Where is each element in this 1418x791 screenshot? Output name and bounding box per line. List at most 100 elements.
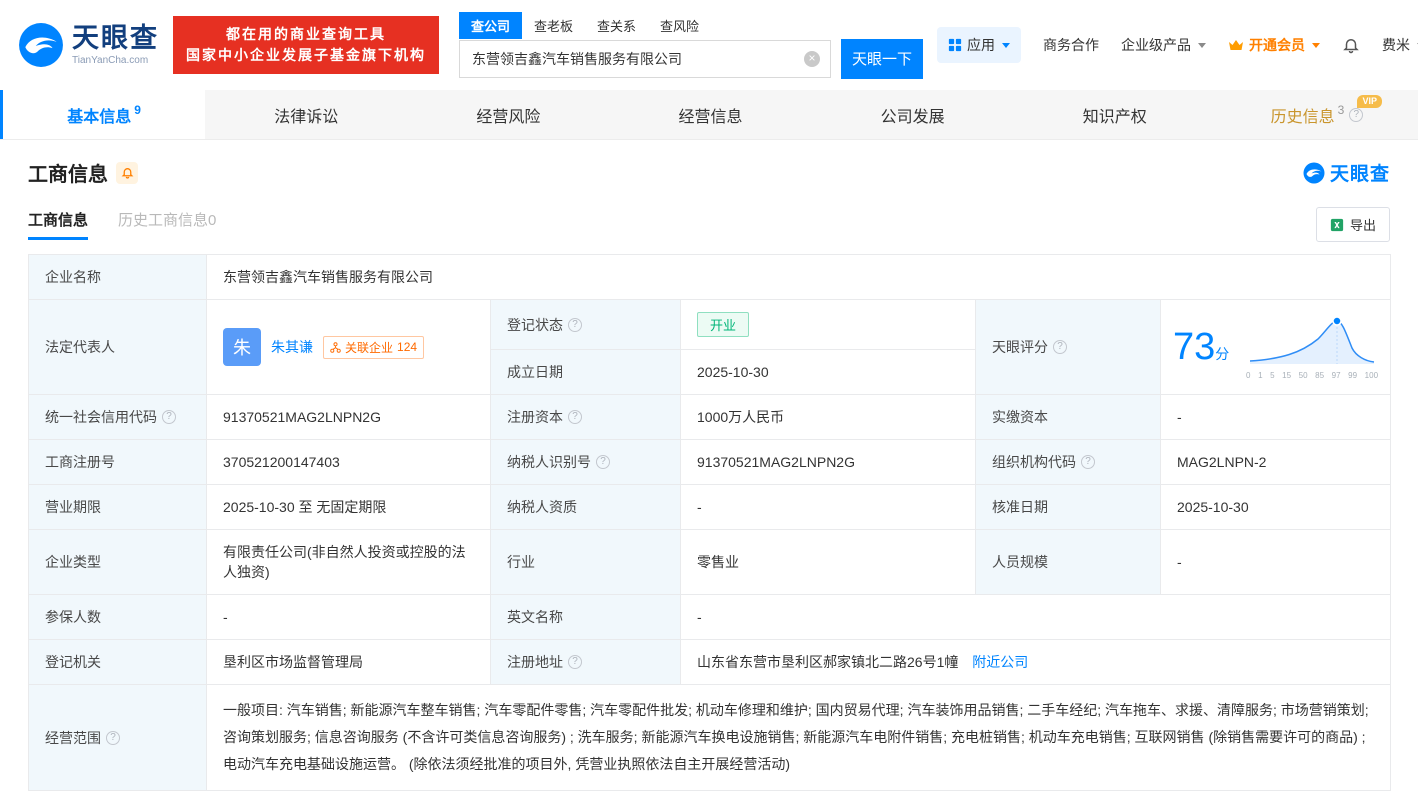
- chevron-down-icon: [1002, 43, 1010, 48]
- tab-intellectual-property[interactable]: 知识产权: [1014, 90, 1216, 139]
- paid-capital-value: -: [1161, 395, 1391, 440]
- help-icon[interactable]: ?: [1053, 340, 1067, 354]
- export-button[interactable]: 导出: [1316, 207, 1390, 242]
- reg-status-label: 登记状态?: [491, 300, 681, 350]
- org-code-value: MAG2LNPN-2: [1161, 440, 1391, 485]
- table-row: 企业类型 有限责任公司(非自然人投资或控股的法人独资) 行业 零售业 人员规模 …: [29, 530, 1391, 595]
- reg-status-value: 开业: [681, 300, 976, 350]
- credit-code-value: 91370521MAG2LNPN2G: [207, 395, 491, 440]
- chevron-down-icon: [1198, 43, 1206, 48]
- monitor-bell-button[interactable]: [116, 162, 138, 184]
- section-title-row: 工商信息: [28, 158, 138, 187]
- search-tab-risk[interactable]: 查风险: [648, 12, 711, 39]
- subtab-business-info[interactable]: 工商信息: [28, 209, 88, 240]
- industry-value: 零售业: [681, 530, 976, 595]
- reg-capital-label: 注册资本?: [491, 395, 681, 440]
- chevron-down-icon: [1312, 43, 1320, 48]
- nearby-companies-link[interactable]: 附近公司: [972, 654, 1028, 670]
- tianyancha-watermark: 天眼查: [1303, 159, 1390, 186]
- tab-label: 历史信息: [1271, 103, 1335, 127]
- reg-number-value: 370521200147403: [207, 440, 491, 485]
- insured-count-label: 参保人数: [29, 595, 207, 640]
- score-value: 73分: [1173, 328, 1229, 366]
- search-tab-relation[interactable]: 查关系: [585, 12, 648, 39]
- legal-rep-name-link[interactable]: 朱其谦: [271, 337, 313, 357]
- taxpayer-id-value: 91370521MAG2LNPN2G: [681, 440, 976, 485]
- company-name-value: 东营领吉鑫汽车销售服务有限公司: [207, 255, 1391, 300]
- reg-authority-label: 登记机关: [29, 640, 207, 685]
- score-cell: 73分 01 515: [1161, 300, 1391, 395]
- tianyancha-logo-icon: [18, 22, 64, 68]
- search-input[interactable]: [460, 41, 830, 77]
- reg-authority-value: 垦利区市场监督管理局: [207, 640, 491, 685]
- banner-line1: 都在用的商业查询工具: [186, 24, 426, 45]
- help-icon[interactable]: ?: [106, 731, 120, 745]
- crown-icon: [1228, 39, 1244, 51]
- notifications-button[interactable]: [1342, 36, 1360, 54]
- credit-code-label: 统一社会信用代码?: [29, 395, 207, 440]
- tab-operating-info[interactable]: 经营信息: [609, 90, 811, 139]
- tab-basic-info[interactable]: 基本信息 9: [0, 90, 205, 139]
- tab-label: 知识产权: [1083, 103, 1147, 127]
- approval-date-label: 核准日期: [976, 485, 1161, 530]
- subtab-row: 工商信息 历史工商信息0 导出: [28, 207, 1390, 242]
- subtabs: 工商信息 历史工商信息0: [28, 209, 216, 240]
- header-menu: 应用 商务合作 企业级产品 开通会员: [937, 27, 1418, 63]
- clear-icon[interactable]: ×: [804, 51, 820, 67]
- related-companies-label: 关联企业: [345, 339, 393, 356]
- user-menu[interactable]: 费米: [1382, 35, 1418, 55]
- tab-label: 基本信息: [67, 103, 131, 127]
- reg-address-label: 注册地址?: [491, 640, 681, 685]
- page: 天眼查 TianYanCha.com 都在用的商业查询工具 国家中小企业发展子基…: [0, 0, 1418, 791]
- taxpayer-id-label: 纳税人识别号?: [491, 440, 681, 485]
- bell-icon: [1342, 36, 1360, 54]
- help-icon[interactable]: ?: [568, 410, 582, 424]
- enterprise-products-menu[interactable]: 企业级产品: [1121, 35, 1206, 55]
- status-badge: 开业: [697, 312, 749, 337]
- business-term-value: 2025-10-30 至 无固定期限: [207, 485, 491, 530]
- search-row: × 天眼一下: [459, 39, 923, 79]
- tianyancha-logo-icon: [1303, 162, 1325, 184]
- business-scope-value: 一般项目: 汽车销售; 新能源汽车整车销售; 汽车零配件零售; 汽车零配件批发;…: [207, 685, 1391, 791]
- search-tab-company[interactable]: 查公司: [459, 12, 522, 39]
- tab-history-info[interactable]: VIP 历史信息 3 ?: [1216, 90, 1418, 139]
- search-tabs: 查公司 查老板 查关系 查风险: [459, 12, 923, 39]
- enterprise-products-label: 企业级产品: [1121, 35, 1191, 55]
- banner-line2: 国家中小企业发展子基金旗下机构: [186, 45, 426, 66]
- table-row: 法定代表人 朱 朱其谦 关联企业 124: [29, 300, 1391, 350]
- help-icon[interactable]: ?: [1349, 108, 1363, 122]
- company-type-value: 有限责任公司(非自然人投资或控股的法人独资): [207, 530, 491, 595]
- tab-legal-proceedings[interactable]: 法律诉讼: [205, 90, 407, 139]
- subtab-count: 0: [208, 212, 216, 229]
- table-row: 统一社会信用代码? 91370521MAG2LNPN2G 注册资本? 1000万…: [29, 395, 1391, 440]
- help-icon[interactable]: ?: [162, 410, 176, 424]
- help-icon[interactable]: ?: [568, 318, 582, 332]
- main-nav-tabs: 基本信息 9 法律诉讼 经营风险 经营信息 公司发展 知识产权 VIP 历史信息…: [0, 90, 1418, 140]
- business-cooperation-link[interactable]: 商务合作: [1043, 35, 1099, 55]
- logo-subtext: TianYanCha.com: [72, 55, 159, 66]
- tab-operating-risk[interactable]: 经营风险: [407, 90, 609, 139]
- open-vip-menu[interactable]: 开通会员: [1228, 35, 1320, 55]
- related-companies-badge[interactable]: 关联企业 124: [323, 336, 424, 359]
- help-icon[interactable]: ?: [568, 655, 582, 669]
- subtab-history-business-info[interactable]: 历史工商信息0: [118, 209, 216, 240]
- apps-menu-button[interactable]: 应用: [937, 27, 1021, 63]
- org-chart-icon: [330, 342, 341, 353]
- english-name-label: 英文名称: [491, 595, 681, 640]
- watermark-label: 天眼查: [1330, 159, 1390, 186]
- reg-number-label: 工商注册号: [29, 440, 207, 485]
- related-companies-count: 124: [397, 340, 417, 354]
- search-tab-boss[interactable]: 查老板: [522, 12, 585, 39]
- help-icon[interactable]: ?: [596, 455, 610, 469]
- tab-company-development[interactable]: 公司发展: [812, 90, 1014, 139]
- help-icon[interactable]: ?: [1081, 455, 1095, 469]
- search-button[interactable]: 天眼一下: [841, 39, 923, 79]
- search-input-wrap: ×: [459, 40, 831, 78]
- avatar[interactable]: 朱: [223, 328, 261, 366]
- reg-address-text: 山东省东营市垦利区郝家镇北二路26号1幢: [697, 654, 958, 670]
- business-term-label: 营业期限: [29, 485, 207, 530]
- tianyancha-logo[interactable]: 天眼查 TianYanCha.com: [18, 22, 159, 68]
- score-label: 天眼评分?: [976, 300, 1161, 395]
- establish-date-value: 2025-10-30: [681, 350, 976, 395]
- reg-address-value: 山东省东营市垦利区郝家镇北二路26号1幢 附近公司: [681, 640, 1391, 685]
